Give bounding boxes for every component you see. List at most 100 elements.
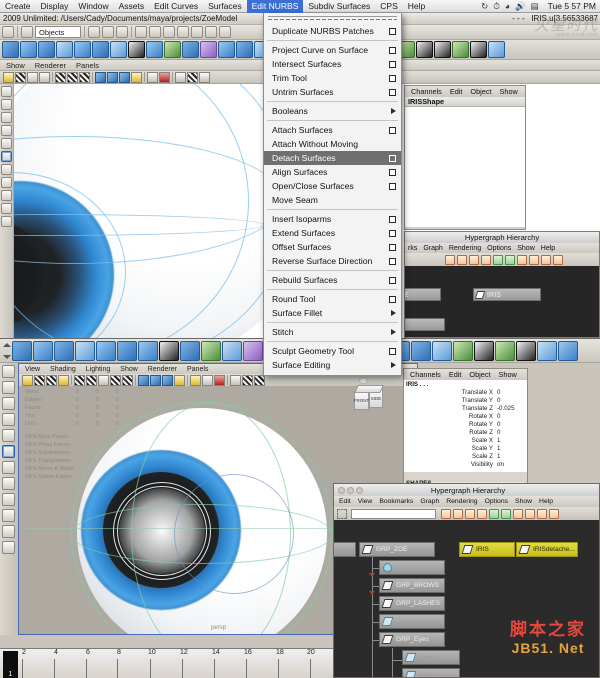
hypergraph-node-eyes-left[interactable]: Eyes bbox=[402, 650, 460, 665]
poly-soccer-icon[interactable] bbox=[201, 340, 221, 361]
nurbs-sphere-icon[interactable] bbox=[2, 41, 19, 58]
viewport-menu-view[interactable]: View bbox=[25, 366, 40, 373]
hypergraph-node-irisdetached-selected[interactable]: IRISdetache... bbox=[516, 542, 578, 557]
hypergraph-node-iris[interactable]: IRIS bbox=[473, 288, 541, 301]
birail-icon[interactable] bbox=[218, 41, 235, 58]
hardware-texture-icon[interactable] bbox=[110, 374, 121, 386]
texture-editor-icon[interactable] bbox=[516, 340, 536, 361]
view-cube-front-face[interactable]: FRONT bbox=[354, 391, 369, 410]
channel-value[interactable]: 0 bbox=[497, 429, 525, 436]
hypergraph-menu-show[interactable]: Show bbox=[517, 245, 535, 252]
option-box-icon[interactable] bbox=[389, 243, 396, 251]
channel-row[interactable]: Visibility on bbox=[406, 460, 525, 468]
hypergraph-top-canvas[interactable]: E IRIS bbox=[405, 266, 599, 337]
menu-surfaces[interactable]: Surfaces bbox=[203, 0, 247, 13]
menu-item-offset-surfaces[interactable]: Offset Surfaces bbox=[264, 240, 401, 254]
poly-sphere-icon[interactable] bbox=[12, 340, 32, 361]
hypergraph-node-eyes-right[interactable]: Eyes bbox=[402, 668, 460, 677]
menu-create[interactable]: Create bbox=[0, 0, 36, 13]
hypergraph-menu-view[interactable]: View bbox=[358, 498, 373, 505]
default-light-icon[interactable] bbox=[131, 71, 142, 83]
tear-off-handle[interactable] bbox=[268, 16, 397, 21]
menu-item-open-close-surfaces[interactable]: Open/Close Surfaces bbox=[264, 179, 401, 193]
viewport-menu-renderer[interactable]: Renderer bbox=[35, 61, 66, 70]
graph-output-icon[interactable] bbox=[469, 254, 479, 265]
film-gate-icon[interactable] bbox=[46, 374, 57, 386]
hypergraph-menu-help[interactable]: Help bbox=[539, 498, 553, 505]
light-shaded-icon[interactable] bbox=[107, 71, 118, 83]
channel-value[interactable]: 0 bbox=[497, 413, 525, 420]
channel-value[interactable]: 1 bbox=[497, 437, 525, 444]
graph-input-output-icon[interactable] bbox=[441, 508, 451, 519]
poly-cone-icon[interactable] bbox=[75, 340, 95, 361]
channel-value[interactable]: 1 bbox=[497, 453, 525, 460]
smooth-shade-icon[interactable] bbox=[86, 374, 97, 386]
cut-face-icon[interactable] bbox=[432, 340, 452, 361]
edit-nurbs-dropdown-menu[interactable]: Duplicate NURBS Patches Project Curve on… bbox=[263, 13, 402, 376]
mask-object-icon[interactable] bbox=[102, 26, 114, 38]
hypergraph-title-bar[interactable]: Hypergraph Hierarchy bbox=[334, 484, 599, 496]
wifi-icon[interactable]: ◕ bbox=[505, 1, 510, 11]
layout-single-icon[interactable] bbox=[1, 177, 12, 188]
frame-hierarchy-icon[interactable] bbox=[513, 508, 523, 519]
hypergraph-menu-bookmarks[interactable]: Bookmarks bbox=[379, 498, 413, 505]
close-icon[interactable] bbox=[338, 486, 345, 494]
hypergraph-node-iris-selected[interactable]: IRIS bbox=[459, 542, 515, 557]
layout-hypergraph-icon[interactable] bbox=[1, 216, 12, 227]
menu-window[interactable]: Window bbox=[73, 0, 113, 13]
hypergraph-node-partial[interactable]: E bbox=[405, 288, 441, 301]
time-slider[interactable]: 1 2 4 6 8 10 12 14 16 18 20 bbox=[0, 648, 333, 678]
isolate-select-icon[interactable] bbox=[214, 374, 225, 386]
channel-row[interactable]: Rotate X 0 bbox=[406, 412, 525, 420]
graph-input-icon[interactable] bbox=[457, 254, 467, 265]
shelf-scroll-arrows[interactable] bbox=[2, 341, 11, 361]
select-camera-icon[interactable] bbox=[22, 374, 33, 386]
menu-item-align-surfaces[interactable]: Align Surfaces bbox=[264, 165, 401, 179]
hypergraph-menu-options[interactable]: Options bbox=[485, 498, 508, 505]
hypergraph-node-grp-eyes[interactable]: GRP_Eyes bbox=[379, 632, 445, 647]
selection-mask-field[interactable]: Objects bbox=[35, 26, 81, 38]
ipr-render-icon[interactable] bbox=[230, 374, 241, 386]
view-cube-top-face[interactable] bbox=[354, 385, 384, 393]
channel-value[interactable]: 0 bbox=[497, 389, 525, 396]
menu-item-move-seam[interactable]: Move Seam bbox=[264, 193, 401, 207]
menu-item-rebuild-surfaces[interactable]: Rebuild Surfaces bbox=[264, 273, 401, 287]
channel-box-menu-show[interactable]: Show bbox=[499, 370, 517, 379]
hypergraph-node-unnamed-1[interactable] bbox=[379, 614, 445, 629]
hypergraph-menu-rendering[interactable]: Rendering bbox=[446, 498, 477, 505]
lighting-all-icon[interactable] bbox=[162, 374, 173, 386]
menu-item-project-curve-on-surface[interactable]: Project Curve on Surface bbox=[264, 43, 401, 57]
combine-icon[interactable] bbox=[243, 340, 263, 361]
layout-hypergraph-icon[interactable] bbox=[2, 525, 15, 538]
grid-toggle-icon[interactable] bbox=[15, 71, 26, 83]
channel-value[interactable]: 1 bbox=[497, 445, 525, 452]
revolve-icon[interactable] bbox=[164, 41, 181, 58]
menu-item-stitch[interactable]: Stitch bbox=[264, 325, 401, 339]
xray-joints-icon[interactable] bbox=[202, 374, 213, 386]
viewport-menu-show[interactable]: Show bbox=[120, 366, 138, 373]
mirror-geometry-icon[interactable] bbox=[558, 340, 578, 361]
menu-item-attach-surfaces[interactable]: Attach Surfaces bbox=[264, 123, 401, 137]
layout-four-icon[interactable] bbox=[1, 190, 12, 201]
hypergraph-menu-help[interactable]: Help bbox=[541, 245, 555, 252]
expand-node-icon[interactable] bbox=[493, 254, 503, 265]
channel-value[interactable]: 0 bbox=[497, 397, 525, 404]
channel-row[interactable]: Scale X 1 bbox=[406, 436, 525, 444]
selection-mode-dropdown-icon[interactable] bbox=[21, 26, 33, 38]
snap-point-icon[interactable] bbox=[177, 26, 189, 38]
poly-plane-icon[interactable] bbox=[96, 340, 116, 361]
poly-helix-icon[interactable] bbox=[180, 340, 200, 361]
layout-hypershade-icon[interactable] bbox=[2, 541, 15, 554]
channel-box-menu-object[interactable]: Object bbox=[469, 370, 490, 379]
poly-prism-icon[interactable] bbox=[138, 340, 158, 361]
sculpt-poly-icon[interactable] bbox=[453, 340, 473, 361]
option-box-icon[interactable] bbox=[389, 88, 396, 96]
minimize-icon[interactable] bbox=[347, 486, 354, 494]
uv-checker-icon[interactable] bbox=[474, 340, 494, 361]
hypergraph-node-grp-lashes[interactable]: GRP_LASHES bbox=[379, 596, 445, 611]
hypergraph-menu-graph[interactable]: Graph bbox=[420, 498, 439, 505]
isolate-select-icon[interactable] bbox=[159, 71, 170, 83]
flat-shade-icon[interactable] bbox=[79, 71, 90, 83]
hypergraph-node-grp-brows[interactable]: GRP_BROWS bbox=[379, 578, 445, 593]
channel-box-menu-channels[interactable]: Channels bbox=[411, 87, 442, 96]
